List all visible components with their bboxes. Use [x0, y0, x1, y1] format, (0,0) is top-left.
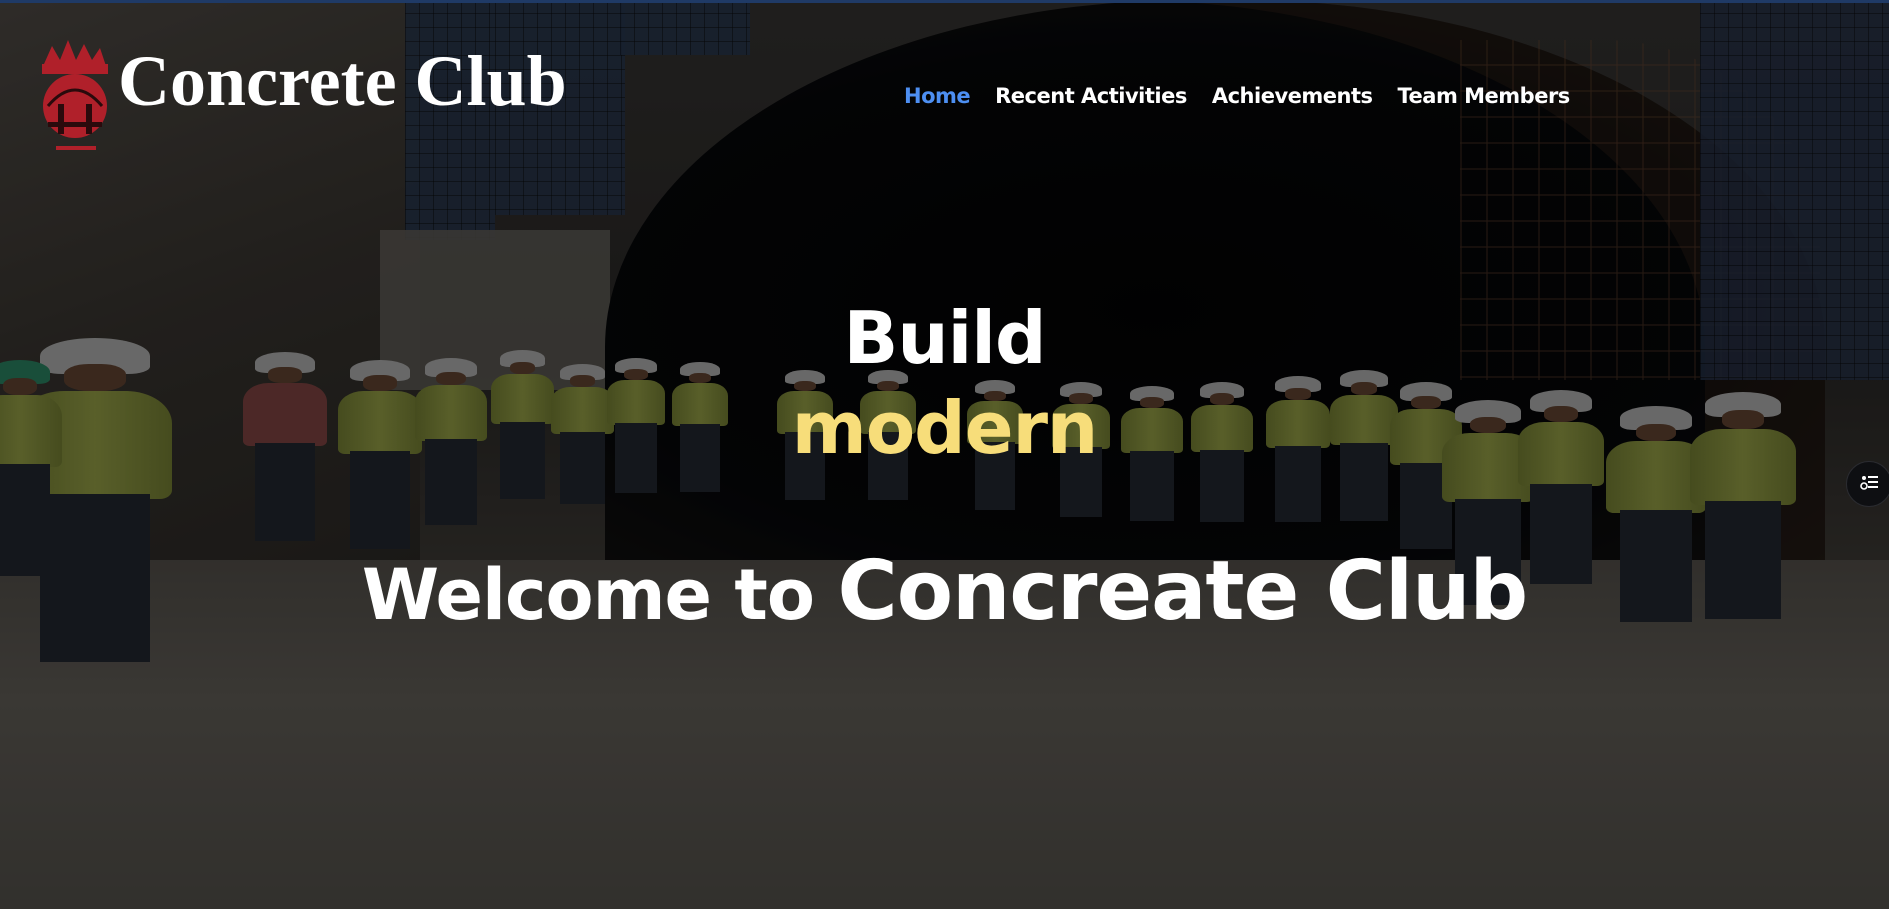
nav-item-achievements[interactable]: Achievements	[1212, 84, 1373, 108]
hero-headline-build: Build	[843, 296, 1046, 380]
hero-headline-modern: modern	[791, 386, 1099, 470]
top-accent-line	[0, 0, 1889, 3]
site-logo[interactable]: Concrete Club	[34, 34, 567, 164]
club-emblem-icon	[34, 34, 116, 164]
main-navigation: Home Recent Activities Achievements Team…	[904, 84, 1570, 108]
welcome-prefix: Welcome to	[361, 554, 815, 636]
nav-item-recent-activities[interactable]: Recent Activities	[995, 84, 1187, 108]
nav-item-team-members[interactable]: Team Members	[1398, 84, 1571, 108]
page: Concrete Club Home Recent Activities Ach…	[0, 0, 1889, 909]
accessibility-menu-button[interactable]	[1846, 461, 1889, 507]
site-title[interactable]: Concrete Club	[118, 40, 567, 123]
nav-item-home[interactable]: Home	[904, 84, 971, 108]
hero-welcome-heading: Welcome to Concreate Club	[0, 544, 1889, 639]
welcome-club-name: Concreate Club	[837, 544, 1529, 639]
accessibility-menu-icon	[1857, 470, 1881, 498]
